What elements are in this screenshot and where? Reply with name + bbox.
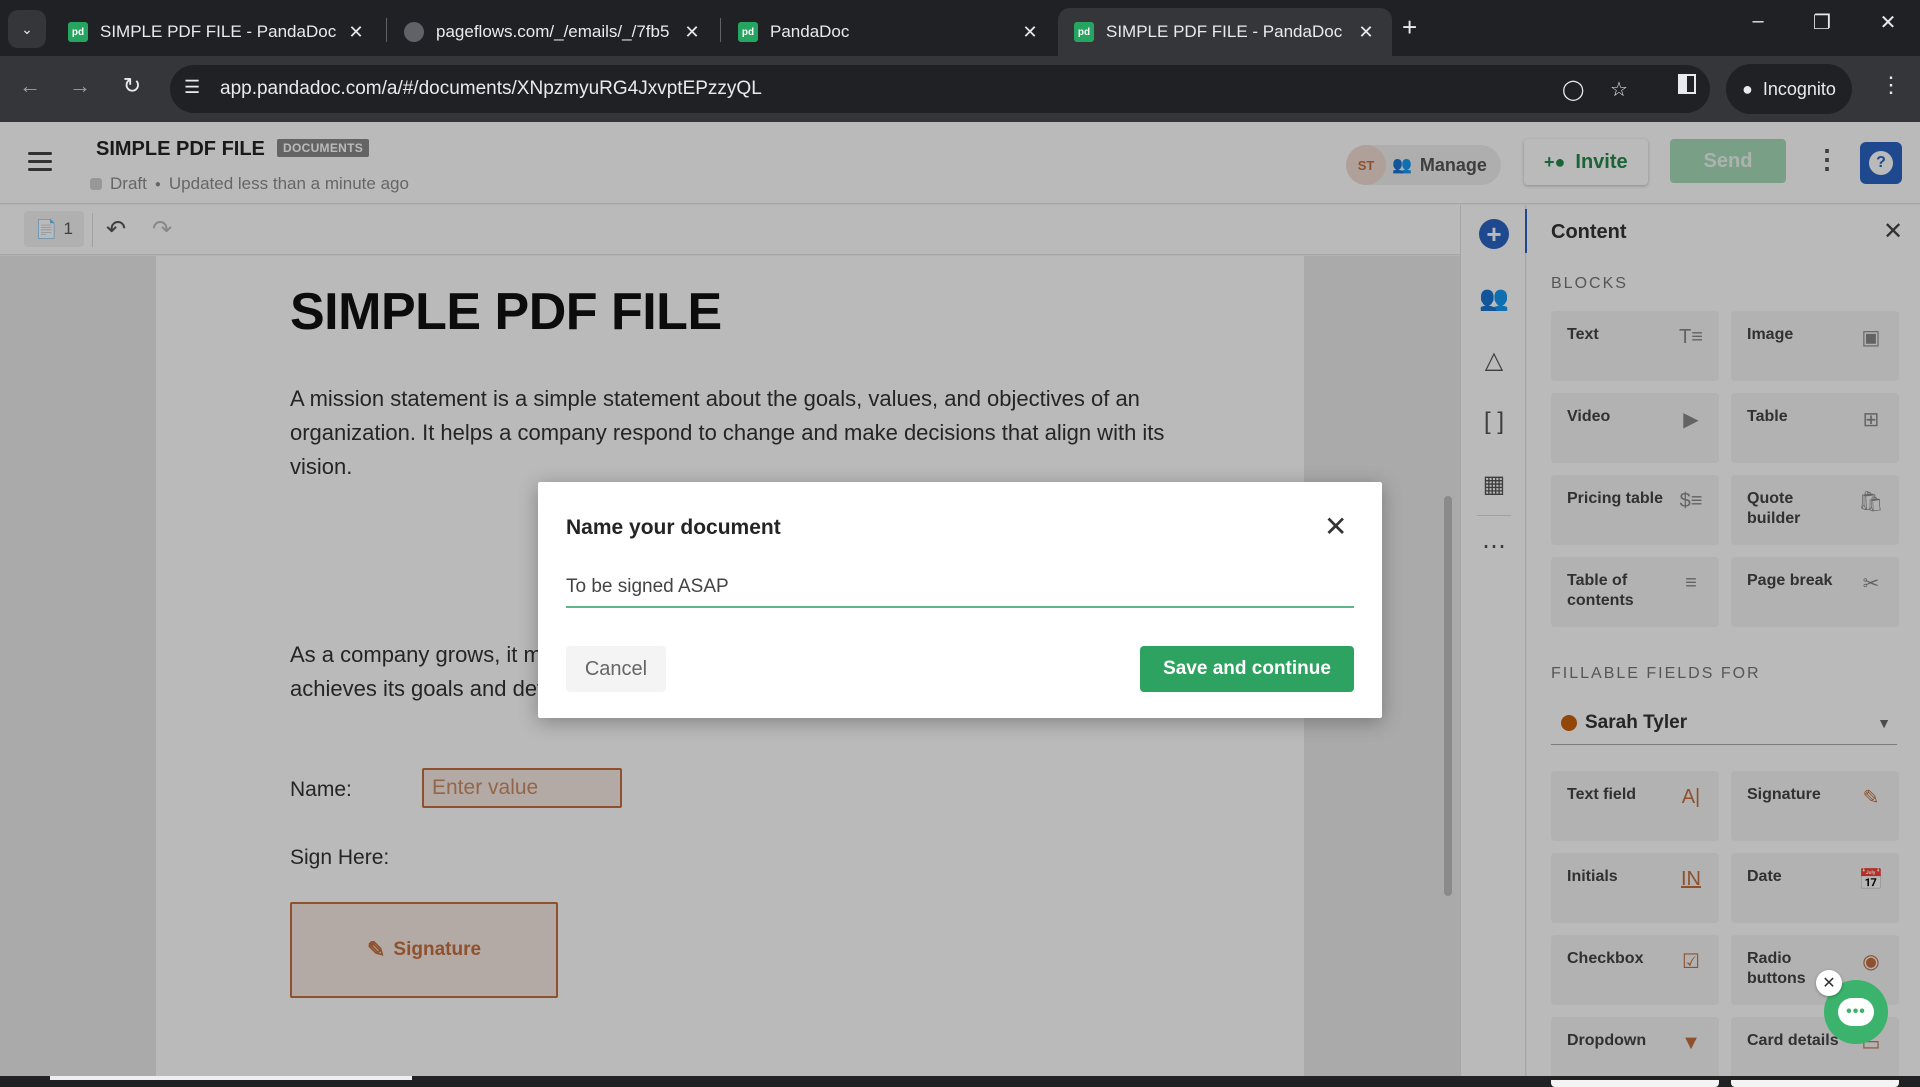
- dialog-title: Name your document: [566, 516, 781, 539]
- tab-divider: [720, 18, 721, 42]
- arrow-right-icon: →: [69, 73, 91, 98]
- reload-icon: ↻: [122, 73, 142, 98]
- incognito-label: Incognito: [1762, 78, 1836, 99]
- save-and-continue-button[interactable]: Save and continue: [1140, 646, 1354, 692]
- close-chat-button[interactable]: ✕: [1816, 970, 1842, 996]
- star-icon[interactable]: ☆: [1610, 77, 1628, 102]
- forward-button[interactable]: →: [64, 73, 96, 99]
- browser-tab[interactable]: pd PandaDoc ✕: [722, 8, 1056, 56]
- more-vertical-icon: ⋮: [1880, 72, 1902, 97]
- tab-title: SIMPLE PDF FILE - PandaDoc: [1106, 22, 1343, 41]
- eye-off-icon[interactable]: ◯: [1562, 77, 1584, 102]
- close-icon[interactable]: ✕: [682, 22, 702, 43]
- address-bar[interactable]: ☰ app.pandadoc.com/a/#/documents/XNpzmyu…: [170, 65, 1710, 113]
- browser-toolbar: ← → ↻ ☰ app.pandadoc.com/a/#/documents/X…: [0, 56, 1920, 122]
- url-text[interactable]: app.pandadoc.com/a/#/documents/XNpzmyuRG…: [220, 78, 762, 100]
- back-button[interactable]: ←: [14, 73, 46, 99]
- chat-bubble-icon: •••: [1838, 998, 1874, 1026]
- incognito-icon: ●: [1742, 78, 1753, 99]
- reload-button[interactable]: ↻: [116, 73, 148, 99]
- minimize-button[interactable]: –: [1738, 10, 1778, 33]
- side-panel-icon[interactable]: [1678, 74, 1696, 94]
- browser-tab-strip: ⌄ pd SIMPLE PDF FILE - PandaDoc ✕ pagefl…: [0, 0, 1920, 56]
- close-icon[interactable]: ✕: [1356, 22, 1376, 43]
- pandadoc-icon: pd: [738, 22, 758, 42]
- restore-icon: ❐: [1813, 12, 1831, 34]
- new-tab-button[interactable]: +: [1402, 12, 1417, 43]
- close-dialog-button[interactable]: ✕: [1324, 510, 1347, 543]
- browser-tab-active[interactable]: pd SIMPLE PDF FILE - PandaDoc ✕: [1058, 8, 1392, 56]
- tab-search-button[interactable]: ⌄: [8, 10, 46, 48]
- site-settings-icon[interactable]: ☰: [184, 77, 200, 98]
- close-icon: ✕: [1324, 511, 1348, 542]
- arrow-left-icon: ←: [19, 73, 41, 98]
- browser-tab[interactable]: pageflows.com/_/emails/_/7fb5 ✕: [388, 8, 718, 56]
- name-document-dialog: Name your document ✕ Cancel Save and con…: [538, 482, 1382, 718]
- horizontal-scrollbar[interactable]: [50, 1076, 412, 1080]
- tab-title: SIMPLE PDF FILE - PandaDoc: [100, 22, 337, 41]
- tab-title: PandaDoc: [770, 22, 850, 41]
- close-icon: ✕: [1879, 12, 1897, 34]
- close-icon: ✕: [1822, 975, 1836, 992]
- horizontal-scrollbar-track: [0, 1076, 1920, 1080]
- close-icon[interactable]: ✕: [346, 22, 366, 43]
- restore-button[interactable]: ❐: [1802, 10, 1842, 35]
- close-window-button[interactable]: ✕: [1868, 10, 1908, 35]
- pandadoc-icon: pd: [1074, 22, 1094, 42]
- cancel-button[interactable]: Cancel: [566, 646, 666, 692]
- document-name-input[interactable]: [566, 568, 1354, 608]
- minimize-icon: –: [1752, 10, 1764, 32]
- browser-menu-button[interactable]: ⋮: [1880, 72, 1902, 98]
- chevron-down-icon: ⌄: [21, 20, 33, 37]
- incognito-indicator[interactable]: ● Incognito: [1726, 64, 1852, 114]
- pandadoc-icon: pd: [68, 22, 88, 42]
- tab-title: pageflows.com/_/emails/_/7fb5: [436, 22, 670, 41]
- browser-tab[interactable]: pd SIMPLE PDF FILE - PandaDoc ✕: [52, 8, 382, 56]
- plus-icon: +: [1402, 12, 1418, 42]
- tab-divider: [386, 18, 387, 42]
- globe-icon: [404, 22, 424, 42]
- close-icon[interactable]: ✕: [1020, 22, 1040, 43]
